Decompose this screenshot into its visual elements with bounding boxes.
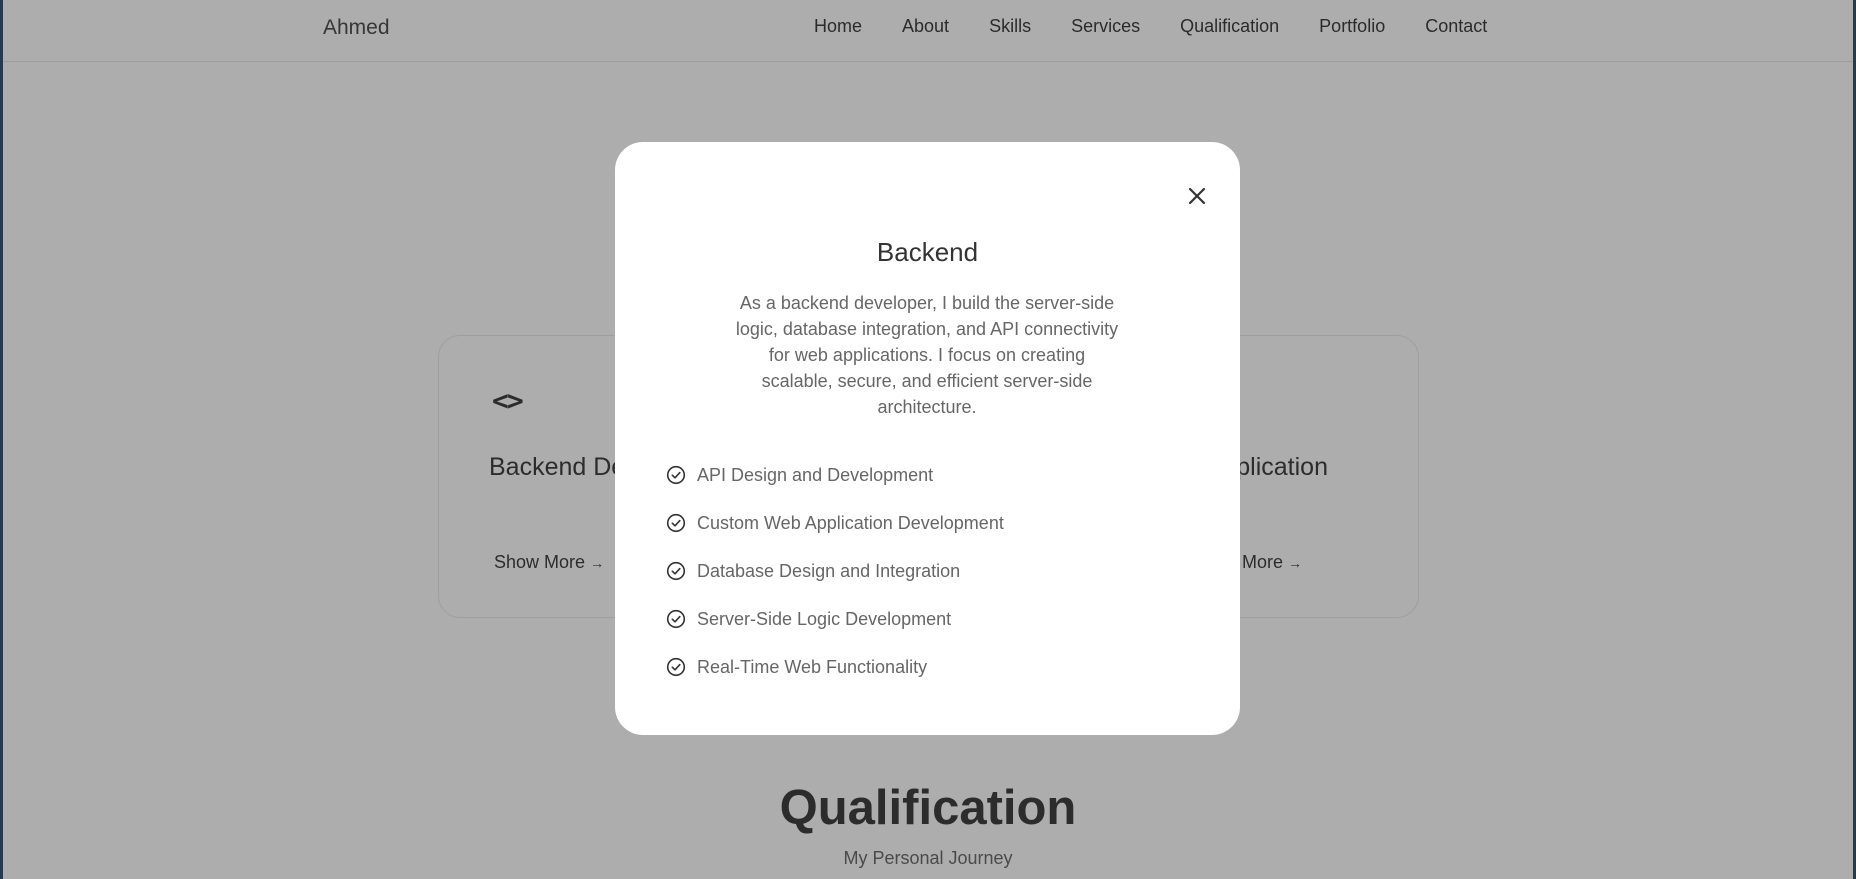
modal-description: As a backend developer, I build the serv… [735, 293, 1119, 417]
feature-text: Real-Time Web Functionality [697, 656, 928, 677]
list-item: Server-Side Logic Development [666, 607, 1004, 631]
list-item: Custom Web Application Development [666, 511, 1004, 535]
feature-text: Custom Web Application Development [697, 512, 1004, 533]
check-circle-icon [666, 561, 686, 581]
check-circle-icon [666, 609, 686, 629]
feature-text: Server-Side Logic Development [697, 608, 952, 629]
modal-title: Backend [876, 237, 979, 267]
list-item: Database Design and Integration [666, 559, 1004, 583]
check-circle-icon [666, 657, 686, 677]
feature-list: API Design and Development Custom Web Ap… [666, 463, 1004, 703]
feature-text: Database Design and Integration [697, 560, 961, 581]
close-icon[interactable] [1183, 182, 1211, 210]
check-circle-icon [666, 465, 686, 485]
check-circle-icon [666, 513, 686, 533]
service-modal: Backend As a backend developer, I build … [615, 142, 1240, 735]
list-item: Real-Time Web Functionality [666, 655, 1004, 679]
list-item: API Design and Development [666, 463, 1004, 487]
feature-text: API Design and Development [697, 464, 934, 485]
